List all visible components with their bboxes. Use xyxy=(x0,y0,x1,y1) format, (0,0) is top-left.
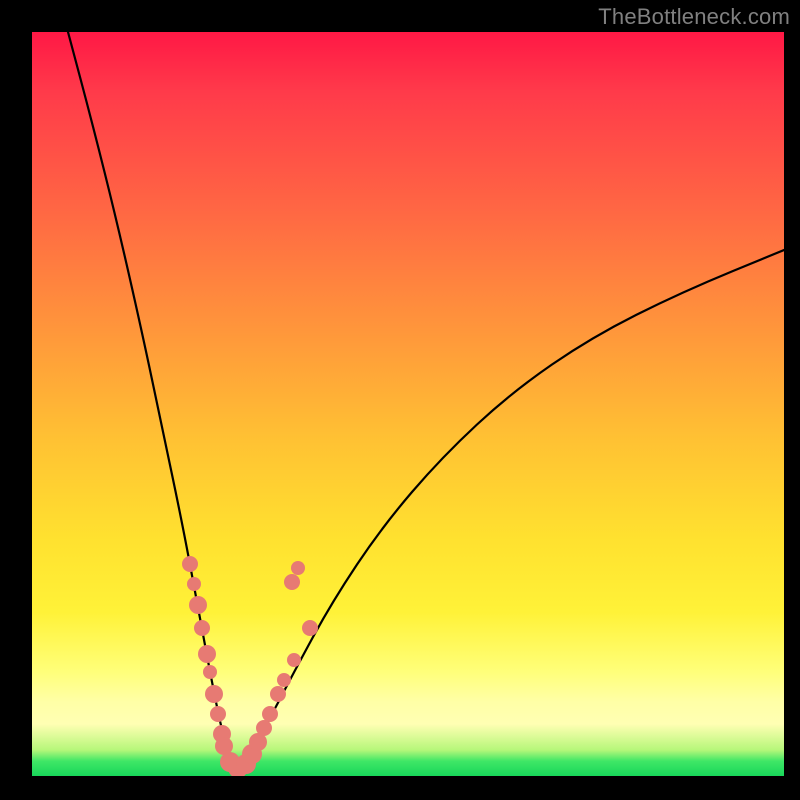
data-marker xyxy=(287,653,301,667)
watermark-text: TheBottleneck.com xyxy=(598,4,790,30)
data-marker xyxy=(210,706,226,722)
plot-area xyxy=(32,32,784,776)
data-marker xyxy=(203,665,217,679)
data-marker xyxy=(187,577,201,591)
data-marker xyxy=(284,574,300,590)
data-marker xyxy=(189,596,207,614)
data-marker xyxy=(291,561,305,575)
data-marker xyxy=(182,556,198,572)
data-marker xyxy=(194,620,210,636)
data-marker xyxy=(302,620,318,636)
data-marker xyxy=(270,686,286,702)
data-marker xyxy=(262,706,278,722)
marker-group xyxy=(182,556,318,776)
data-marker xyxy=(198,645,216,663)
data-marker xyxy=(256,720,272,736)
chart-stage: TheBottleneck.com xyxy=(0,0,800,800)
data-marker xyxy=(205,685,223,703)
data-marker xyxy=(277,673,291,687)
chart-svg xyxy=(32,32,784,776)
curve-right xyxy=(236,250,784,769)
